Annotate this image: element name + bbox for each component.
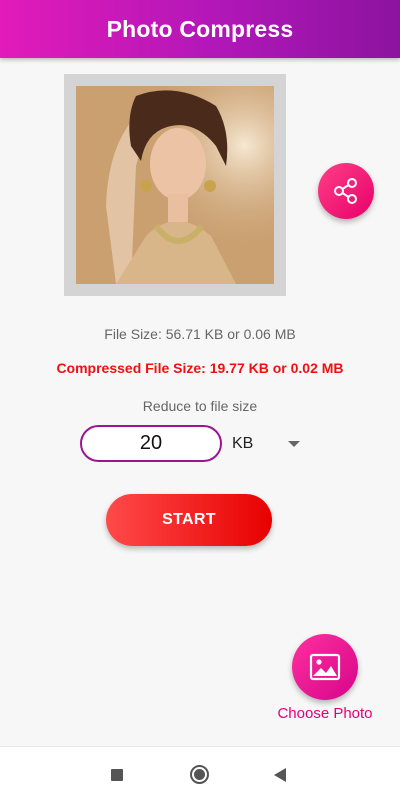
choose-photo-button[interactable] bbox=[292, 634, 358, 700]
recent-apps-icon[interactable] bbox=[111, 769, 123, 781]
compressed-file-size: Compressed File Size: 19.77 KB or 0.02 M… bbox=[56, 360, 344, 376]
choose-photo-label[interactable]: Choose Photo bbox=[265, 705, 385, 722]
back-icon[interactable] bbox=[274, 768, 286, 782]
reduce-to-label: Reduce to file size bbox=[142, 398, 258, 414]
chevron-down-icon bbox=[288, 441, 300, 447]
photo-preview-frame bbox=[64, 74, 286, 296]
app-title: Photo Compress bbox=[106, 15, 294, 42]
target-size-input[interactable] bbox=[80, 425, 222, 462]
unit-select[interactable]: KB bbox=[232, 430, 304, 458]
photo-preview bbox=[76, 86, 274, 284]
system-nav-bar bbox=[0, 746, 400, 800]
unit-select-value: KB bbox=[232, 435, 254, 452]
portrait-photo bbox=[76, 86, 274, 284]
share-button[interactable] bbox=[318, 163, 374, 219]
home-icon[interactable] bbox=[190, 765, 209, 784]
app-bar: Photo Compress bbox=[0, 0, 400, 58]
start-button[interactable]: START bbox=[106, 494, 272, 546]
original-file-size: File Size: 56.71 KB or 0.06 MB bbox=[104, 326, 296, 342]
image-icon bbox=[309, 653, 341, 681]
share-icon bbox=[334, 178, 357, 204]
